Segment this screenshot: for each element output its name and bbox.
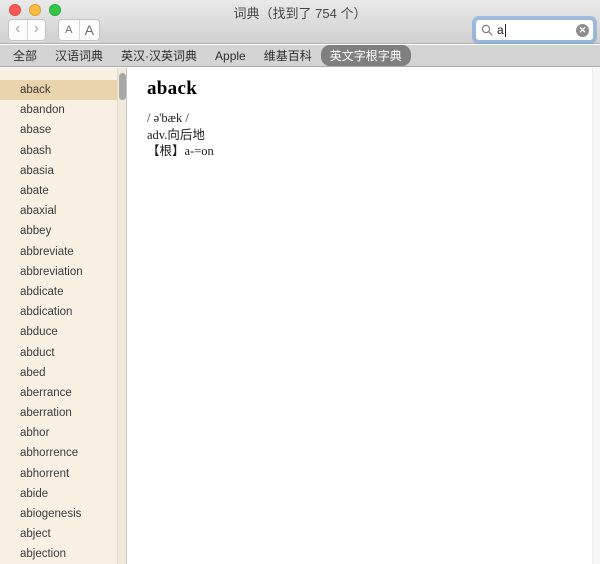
word-list-item[interactable]: abandon [0,100,117,120]
nav-buttons: ‹ › [8,19,46,41]
word-list-item[interactable]: abduce [0,322,117,342]
entry-details: / ə'bæk / adv.向后地 【根】a-=on [147,110,580,160]
content-scrollbar[interactable] [592,68,600,564]
tab-3[interactable]: 英汉·汉英词典 [112,45,206,66]
sidebar-scrollbar-thumb[interactable] [119,73,126,100]
word-list-item[interactable]: aberration [0,403,117,423]
main-area: aback abandon abase abash abasia abate abaxial… [0,68,600,564]
word-list-sidebar: aback abandon abase abash abasia abate abaxial… [0,68,127,564]
tab-4[interactable]: Apple [206,47,255,65]
search-icon [481,24,493,36]
word-list-item[interactable]: abduct [0,342,117,362]
word-list-item[interactable]: abaxial [0,201,117,221]
word-list-item[interactable]: abject [0,524,117,544]
forward-icon: › [33,20,39,37]
word-list-item[interactable]: abed [0,363,117,383]
search-value: a [497,23,504,37]
dictionary-window: 词典（找到了 754 个） ‹ › A A a ✕ 全部 汉语词典 英汉·汉英词… [0,0,600,564]
titlebar: 词典（找到了 754 个） ‹ › A A a ✕ [0,0,600,44]
minimize-button[interactable] [29,4,41,16]
font-larger-button[interactable]: A [78,20,100,40]
tab-6[interactable]: 英文字根字典 [320,45,411,66]
word-list-item[interactable]: abdicate [0,282,117,302]
word-list-item[interactable]: abide [0,484,117,504]
word-list-item[interactable]: abhorrence [0,443,117,463]
entry-content: aback / ə'bæk / adv.向后地 【根】a-=on [127,68,600,564]
tab-5[interactable]: 维基百科 [255,45,321,66]
tab-2[interactable]: 汉语词典 [46,45,112,66]
word-list-item[interactable]: abhor [0,423,117,443]
word-list-item[interactable]: abate [0,181,117,201]
clear-search-icon[interactable]: ✕ [576,23,589,37]
forward-button[interactable]: › [26,20,46,40]
word-list-item[interactable]: abiogenesis [0,504,117,524]
word-list-item[interactable]: abbreviate [0,242,117,262]
word-list-item[interactable]: abhorrent [0,464,117,484]
word-list-item[interactable]: aberrance [0,383,117,403]
word-list-item[interactable]: abase [0,120,117,140]
close-button[interactable] [9,4,21,16]
font-size-buttons: A A [58,19,100,41]
word-list-item[interactable]: abbey [0,221,117,241]
entry-root: 【根】a-=on [147,144,214,158]
word-list: aback abandon abase abash abasia abate abaxial… [0,68,117,564]
zoom-button[interactable] [49,4,61,16]
word-list-item[interactable]: aback [0,80,117,101]
entry-headword: aback [147,78,198,99]
back-button[interactable]: ‹ [9,20,27,40]
search-input[interactable]: a ✕ [475,19,594,41]
entry-definition: adv.向后地 [147,127,205,142]
tab-bar: 全部 汉语词典 英汉·汉英词典 Apple 维基百科 英文字根字典 [0,45,600,67]
entry-phonetic: / ə'bæk / [147,111,189,125]
word-list-item[interactable]: abbreviation [0,262,117,282]
tab-1[interactable]: 全部 [4,45,46,66]
font-larger-label: A [84,22,94,38]
font-smaller-button[interactable]: A [59,20,79,40]
text-caret [504,23,506,37]
font-smaller-label: A [65,24,73,36]
traffic-lights [9,4,61,16]
word-list-item[interactable]: abdication [0,302,117,322]
sidebar-scrollbar[interactable] [117,68,126,564]
word-list-item[interactable]: abjection [0,544,117,564]
toolbar: ‹ › A A a ✕ [8,19,594,41]
back-icon: ‹ [15,20,21,37]
word-list-item[interactable]: abash [0,141,117,161]
word-list-item[interactable]: abasia [0,161,117,181]
